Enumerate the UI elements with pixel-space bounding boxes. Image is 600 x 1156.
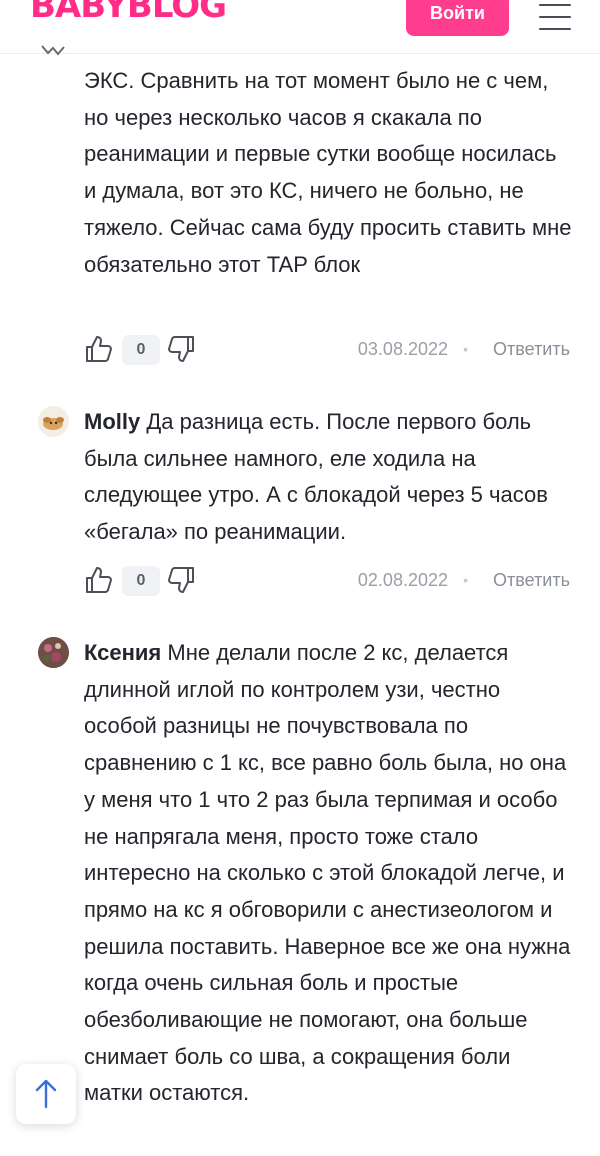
comment-date: 02.08.2022: [357, 570, 448, 590]
thumbs-up-icon[interactable]: [84, 565, 114, 595]
comment-actions: 0 02.08.2022 • Ответить: [84, 565, 574, 597]
arrow-up-icon: [35, 1079, 57, 1109]
comment-text: Да разница есть. После первого боль была…: [84, 409, 548, 545]
avatar[interactable]: [40, 44, 66, 58]
hamburger-menu-icon[interactable]: [539, 4, 571, 30]
comment-author[interactable]: Molly: [84, 409, 140, 434]
avatar[interactable]: [38, 637, 69, 668]
separator-dot: •: [463, 341, 468, 357]
reply-link[interactable]: Ответить: [493, 570, 570, 591]
separator-dot: •: [463, 572, 468, 588]
comment-date: 03.08.2022: [357, 339, 448, 359]
comment-body: Molly Да разница есть. После первого бол…: [84, 404, 574, 551]
comment-body: ЭКС. Сравнить на тот момент было не с че…: [84, 63, 574, 283]
comment-text: Мне делали после 2 кс, делается длинной …: [84, 640, 571, 1106]
comment-text: ЭКС. Сравнить на тот момент было не с че…: [84, 68, 572, 277]
site-header: BABYBLOG Войти: [0, 0, 600, 54]
site-logo[interactable]: BABYBLOG: [30, 0, 227, 26]
thumbs-down-icon[interactable]: [166, 334, 196, 364]
comment-author[interactable]: Ксения: [84, 640, 161, 665]
thumbs-down-icon[interactable]: [166, 565, 196, 595]
comment-body: Ксения Мне делали после 2 кс, делается д…: [84, 635, 574, 1112]
reply-link[interactable]: Ответить: [493, 339, 570, 360]
scroll-to-top-button[interactable]: [16, 1064, 76, 1124]
login-button[interactable]: Войти: [406, 0, 509, 36]
comment-actions: 0 03.08.2022 • Ответить: [84, 334, 574, 366]
avatar[interactable]: [38, 406, 69, 437]
vote-count: 0: [122, 566, 160, 596]
vote-count: 0: [122, 335, 160, 365]
thumbs-up-icon[interactable]: [84, 334, 114, 364]
